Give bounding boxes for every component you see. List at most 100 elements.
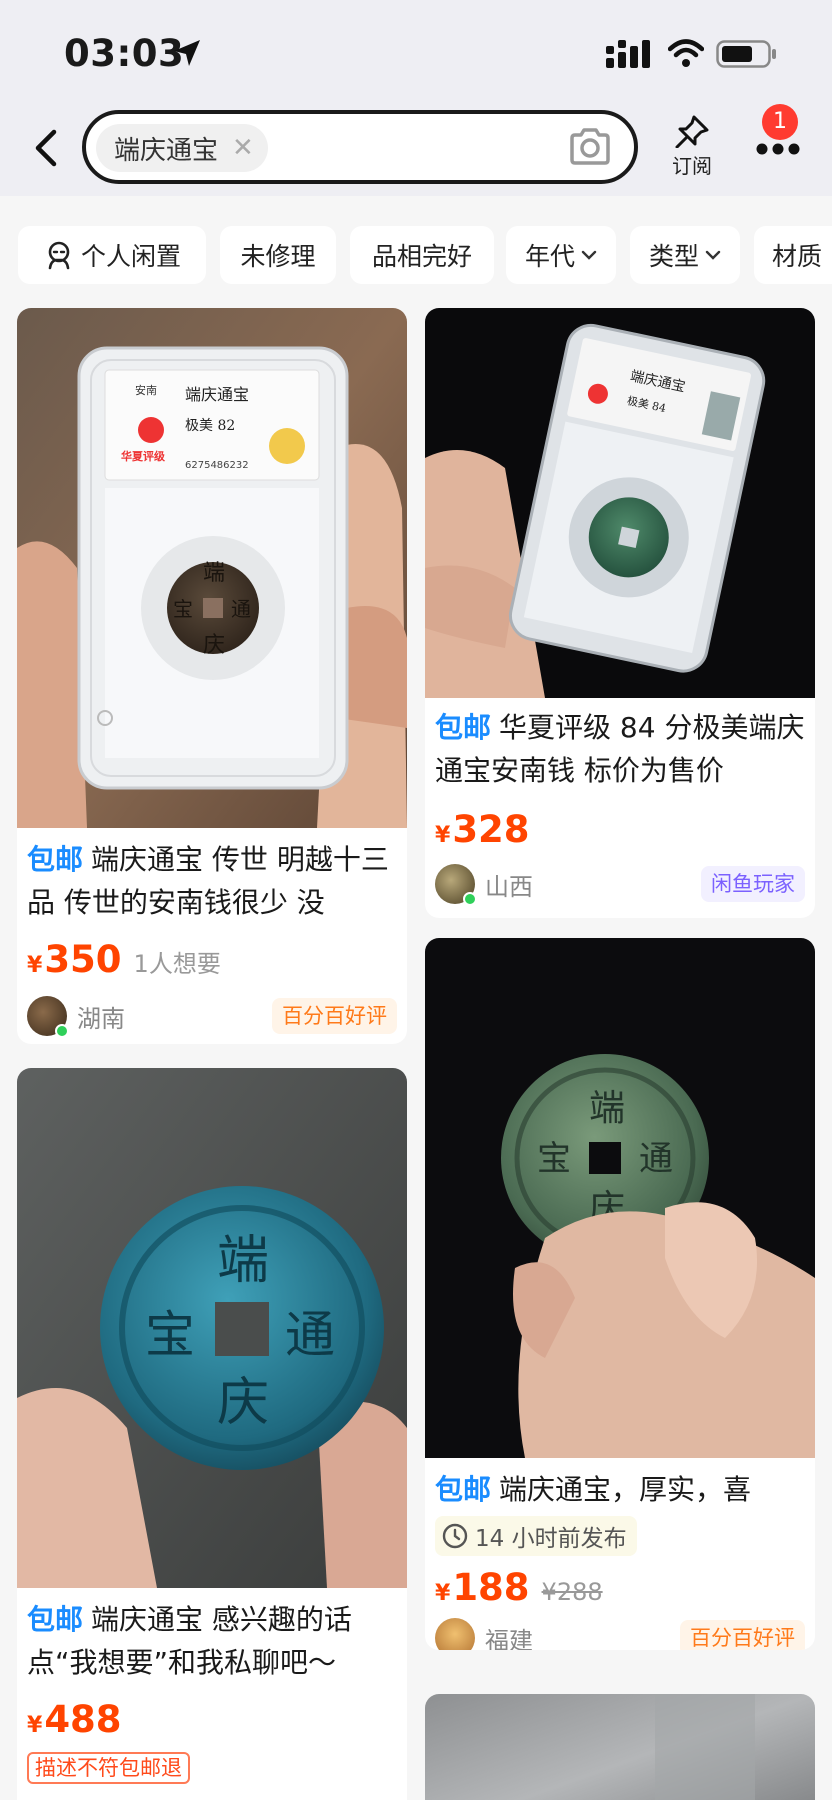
pin-icon [675,115,709,148]
search-query-chip[interactable]: 端庆通宝 ✕ [96,124,268,172]
svg-text:庆: 庆 [203,633,225,658]
avatar[interactable] [435,864,477,906]
notification-badge: 1 [762,104,798,140]
price-value: 328 [452,808,530,851]
svg-text:端: 端 [217,1231,269,1291]
currency-symbol: ¥ [435,1581,451,1606]
filter-label: 类型 [648,242,699,271]
filter-label: 个人闲置 [80,242,181,271]
product-card[interactable]: 端 庆 通 宝 包邮 端庆通宝，厚实，喜 14 小时前发布 ¥ 188 ¥288 … [425,938,815,1650]
location-arrow-icon [174,40,200,66]
seller-badge-tag: 闲鱼玩家 [701,866,805,902]
product-card[interactable]: 安南 端庆通宝 极美 82 华夏评级 6275486232 端 庆 通 宝 包邮… [17,308,407,1044]
refund-policy-tag: 描述不符包邮退 [27,1752,190,1784]
seller-rating-tag: 百分百好评 [272,998,397,1034]
filter-label: 未修理 [240,242,316,271]
subscribe-label: 订阅 [672,154,712,178]
want-count: 1人想要 [133,950,221,978]
product-title-text: 端庆通宝，厚实，喜 [499,1473,752,1506]
product-image[interactable]: 端 庆 通 宝 [17,1068,407,1588]
cellular-signal-icon [606,40,650,68]
product-price: ¥ 350 1人想要 [27,938,221,981]
seller-info[interactable]: 山西 [435,864,533,906]
slab-region-text: 安南 [135,383,157,397]
posted-time-tag: 14 小时前发布 [435,1516,637,1556]
person-icon [48,241,70,270]
svg-text:宝: 宝 [173,597,193,621]
original-price: ¥288 [541,1578,603,1606]
svg-text:通: 通 [639,1139,673,1179]
product-image[interactable]: 安南 端庆通宝 极美 82 华夏评级 6275486232 端 庆 通 宝 [17,308,407,828]
chevron-down-icon [581,250,597,260]
currency-symbol: ¥ [27,953,43,978]
svg-text:通: 通 [285,1306,335,1364]
price-value: 350 [44,938,122,981]
camera-icon[interactable] [568,126,612,168]
subscribe-button[interactable]: 订阅 [664,114,720,179]
svg-text:宝: 宝 [537,1139,571,1179]
avatar[interactable] [435,1618,475,1650]
filter-personal-idle[interactable]: 个人闲置 [18,226,206,284]
slab-grade: 极美 82 [185,418,235,434]
more-icon[interactable] [756,142,800,156]
filter-unrepaired[interactable]: 未修理 [220,226,336,284]
svg-text:宝: 宝 [145,1306,195,1364]
filter-bar: 个人闲置 未修理 品相完好 年代 类型 材质 [0,196,832,308]
product-card[interactable]: 端 庆 通 宝 包邮 端庆通宝 感兴趣的话点“我想要”和我私聊吧～ ¥ 488 描… [17,1068,407,1800]
filter-material[interactable]: 材质 [754,226,832,284]
online-status-dot [463,892,477,906]
free-shipping-label: 包邮 [27,843,84,876]
product-image[interactable]: 端 庆 通 宝 [425,938,815,1458]
product-title[interactable]: 包邮 端庆通宝 感兴趣的话点“我想要”和我私聊吧～ [27,1598,399,1684]
seller-info[interactable]: 湖南 [27,996,125,1038]
clear-query-icon[interactable]: ✕ [232,135,254,161]
free-shipping-label: 包邮 [435,1473,492,1506]
clock-icon [442,1523,468,1549]
product-card[interactable]: 端庆通宝 极美 84 包邮 华夏评级 84 分极美端庆通宝安南钱 标价为售价 ¥ … [425,308,815,918]
seller-location: 山西 [485,872,533,901]
slab-brand: 华夏评级 [121,449,166,463]
wifi-icon [668,39,704,67]
svg-text:通: 通 [231,597,251,621]
filter-label: 材质 [772,242,823,271]
product-price: ¥ 328 [435,808,530,851]
product-price: ¥ 188 ¥288 [435,1566,603,1609]
product-title[interactable]: 包邮 华夏评级 84 分极美端庆通宝安南钱 标价为售价 [435,706,807,792]
filter-type-dropdown[interactable]: 类型 [630,226,740,284]
posted-time-text: 14 小时前发布 [475,1526,627,1552]
status-bar: 03:03 [0,0,832,100]
filter-good-condition[interactable]: 品相完好 [350,226,494,284]
search-input[interactable]: 端庆通宝 ✕ [82,110,638,184]
seller-rating-tag: 百分百好评 [680,1620,805,1650]
filter-label: 品相完好 [371,242,472,271]
battery-icon [716,40,776,68]
svg-text:庆: 庆 [217,1373,269,1433]
back-arrow-icon[interactable] [28,126,66,170]
status-time: 03:03 [64,32,185,75]
seller-location: 福建 [485,1626,533,1651]
avatar[interactable] [27,996,69,1038]
price-value: 488 [44,1698,122,1741]
product-title[interactable]: 包邮 端庆通宝，厚实，喜 [435,1468,807,1511]
filter-label: 年代 [524,242,575,271]
seller-location: 湖南 [77,1004,125,1033]
search-header: 端庆通宝 ✕ 订阅 1 [0,100,832,196]
search-query-text: 端庆通宝 [114,135,219,166]
svg-text:端: 端 [589,1088,625,1129]
product-image[interactable] [425,1694,815,1800]
slab-cert-number: 6275486232 [185,460,249,471]
currency-symbol: ¥ [27,1713,43,1738]
seller-info[interactable]: 福建 [435,1618,533,1650]
chevron-down-icon [705,250,721,260]
online-status-dot [55,1024,69,1038]
slab-coin-name: 端庆通宝 [185,385,249,404]
svg-text:端: 端 [203,561,225,586]
free-shipping-label: 包邮 [27,1603,84,1636]
product-image[interactable]: 端庆通宝 极美 84 [425,308,815,698]
free-shipping-label: 包邮 [435,711,492,744]
price-value: 188 [452,1566,530,1609]
currency-symbol: ¥ [435,823,451,848]
product-card[interactable] [425,1694,815,1800]
filter-era-dropdown[interactable]: 年代 [506,226,616,284]
product-title[interactable]: 包邮 端庆通宝 传世 明越十三品 传世的安南钱很少 没 [27,838,399,924]
